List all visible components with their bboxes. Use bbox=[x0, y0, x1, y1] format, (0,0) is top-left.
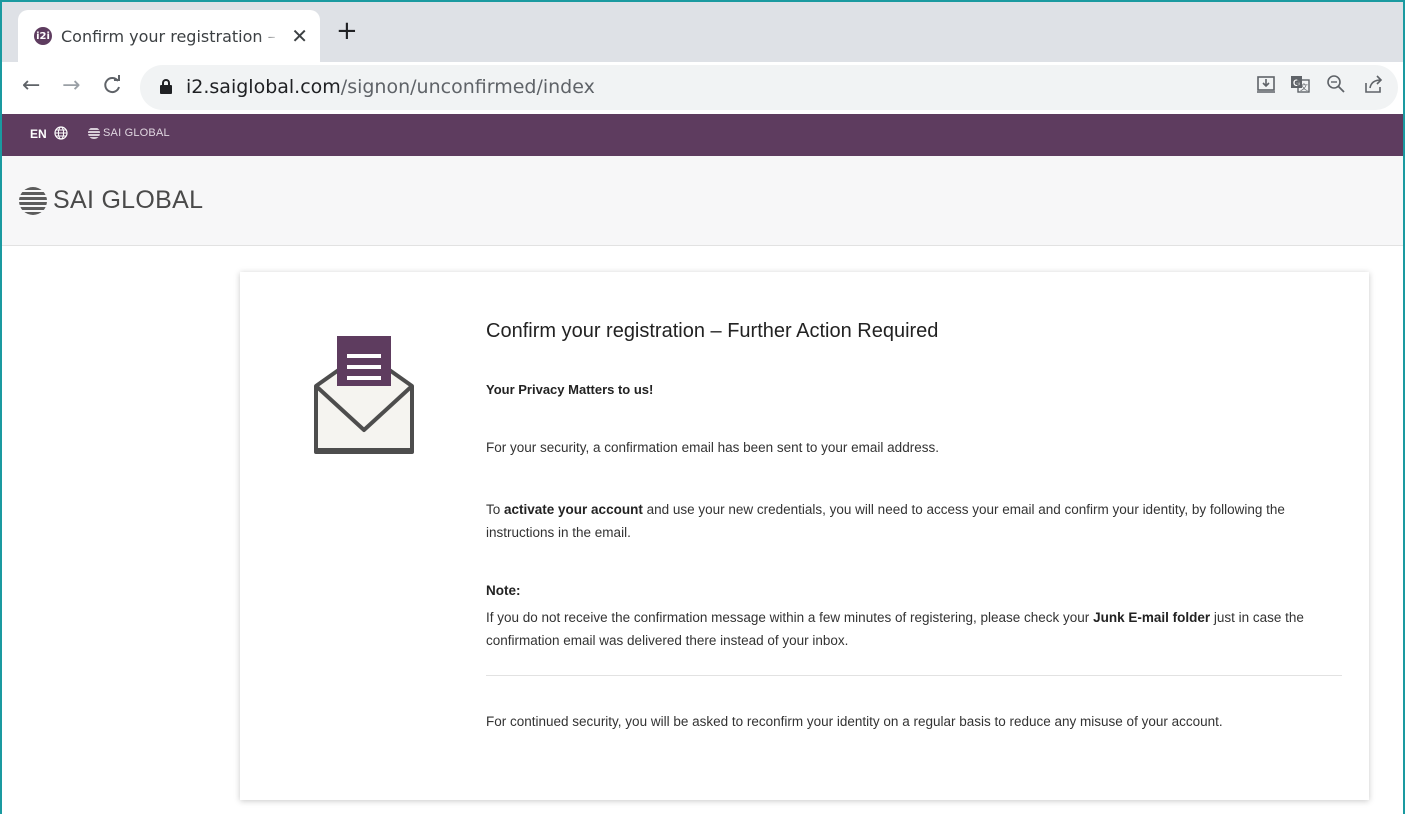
browser-tab[interactable]: i2i Confirm your registration – Furth ✕ bbox=[18, 10, 320, 62]
activate-instructions-text: To activate your account and use your ne… bbox=[486, 498, 1346, 544]
url-path: /signon/unconfirmed/index bbox=[340, 76, 595, 98]
lock-icon[interactable] bbox=[160, 79, 172, 94]
email-sent-text: For your security, a confirmation email … bbox=[486, 440, 939, 455]
site-topbar: EN SAI GLOBAL bbox=[2, 114, 1403, 156]
tab-title: Confirm your registration – Furth bbox=[61, 26, 281, 46]
divider bbox=[486, 675, 1342, 676]
note-label: Note: bbox=[486, 583, 521, 598]
junk-folder-note-text: If you do not receive the confirmation m… bbox=[486, 606, 1346, 652]
site-header: SAI GLOBAL bbox=[2, 156, 1403, 246]
text-segment: To bbox=[486, 502, 505, 517]
activate-account-bold: activate your account bbox=[504, 502, 643, 517]
url-text[interactable]: i2.saiglobal.com/signon/unconfirmed/inde… bbox=[186, 76, 595, 98]
zoom-icon[interactable] bbox=[1326, 74, 1346, 99]
new-tab-icon[interactable]: + bbox=[336, 18, 358, 44]
address-bar[interactable]: i2.saiglobal.com/signon/unconfirmed/inde… bbox=[140, 65, 1398, 110]
share-icon[interactable] bbox=[1364, 74, 1384, 99]
browser-toolbar: ← → i2.saiglobal.com/signon/unconfirmed/… bbox=[2, 62, 1403, 114]
privacy-heading: Your Privacy Matters to us! bbox=[486, 382, 654, 397]
reconfirm-notice-text: For continued security, you will be aske… bbox=[486, 714, 1223, 729]
confirmation-card: Confirm your registration – Further Acti… bbox=[240, 272, 1369, 800]
forward-arrow-icon[interactable]: → bbox=[62, 73, 80, 98]
tab-strip: i2i Confirm your registration – Furth ✕ … bbox=[2, 2, 1403, 62]
url-host: i2.saiglobal.com bbox=[186, 76, 341, 98]
sai-logo-icon bbox=[19, 186, 47, 215]
site-logo-text: SAI GLOBAL bbox=[53, 186, 204, 214]
install-app-icon[interactable] bbox=[1256, 74, 1276, 99]
sai-logo-icon bbox=[88, 127, 100, 139]
text-segment: If you do not receive the confirmation m… bbox=[486, 610, 1094, 625]
topbar-brand-text: SAI GLOBAL bbox=[103, 127, 170, 139]
favicon-icon: i2i bbox=[34, 27, 52, 45]
close-tab-icon[interactable]: ✕ bbox=[291, 24, 308, 48]
junk-folder-bold: Junk E-mail folder bbox=[1093, 610, 1211, 625]
language-selector[interactable]: EN bbox=[30, 127, 47, 141]
site-logo[interactable]: SAI GLOBAL bbox=[19, 186, 203, 215]
back-arrow-icon[interactable]: ← bbox=[22, 73, 40, 98]
svg-text:文: 文 bbox=[1300, 82, 1308, 92]
envelope-icon bbox=[314, 334, 414, 456]
reload-icon[interactable] bbox=[102, 73, 122, 101]
translate-icon[interactable]: G文 bbox=[1290, 74, 1310, 99]
topbar-brand[interactable]: SAI GLOBAL bbox=[88, 127, 170, 139]
globe-icon[interactable] bbox=[54, 126, 68, 143]
page-title: Confirm your registration – Further Acti… bbox=[486, 320, 939, 342]
